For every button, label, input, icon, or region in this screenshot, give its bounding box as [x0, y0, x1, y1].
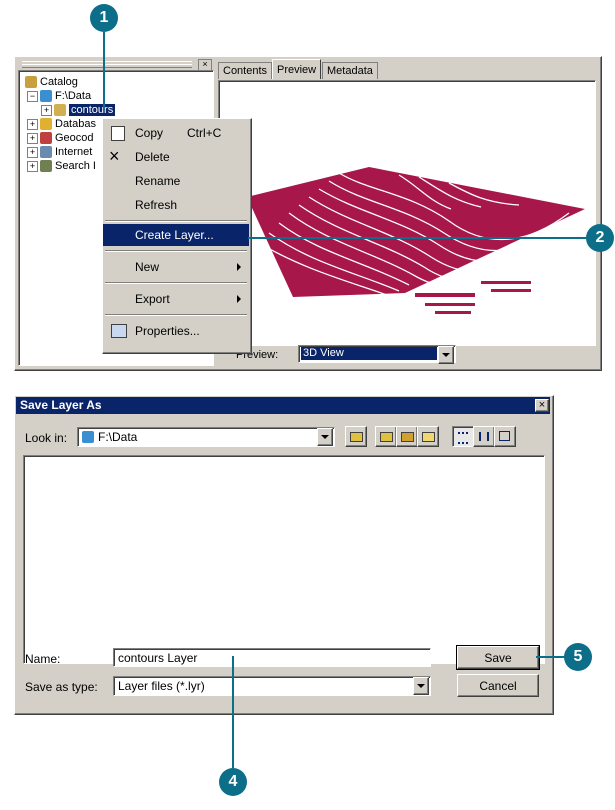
save-type-label: Save as type: [25, 680, 98, 694]
tree-label: Internet [55, 146, 93, 158]
details-view-icon [479, 432, 489, 441]
new-folder-button[interactable] [417, 426, 439, 447]
callout-2-line [248, 237, 588, 239]
tree-item-database[interactable]: + Databas [27, 117, 96, 131]
folder-connection-icon [40, 90, 52, 102]
database-icon [40, 118, 52, 130]
list-view-button[interactable] [452, 426, 474, 447]
save-layer-dialog: Save Layer As × Look in: F:\Data Name: c… [14, 395, 554, 715]
dialog-title-bar: Save Layer As [16, 397, 550, 414]
tree-label: Databas [55, 118, 96, 130]
menu-item-export[interactable]: Export [103, 288, 249, 310]
chevron-down-icon[interactable] [438, 346, 454, 364]
tree-pane-header: × [18, 59, 214, 71]
tree-item-fdata[interactable]: − F:\Data [27, 89, 91, 103]
internet-icon [40, 146, 52, 158]
menu-item-new[interactable]: New [103, 256, 249, 278]
name-input-value: contours Layer [118, 651, 198, 665]
up-one-level-button[interactable] [345, 426, 367, 447]
3d-contour-surface [247, 167, 585, 314]
menu-item-rename[interactable]: Rename [103, 170, 249, 192]
tree-label: F:\Data [55, 90, 92, 102]
expand-icon[interactable]: + [27, 146, 38, 158]
name-label: Name: [25, 652, 61, 666]
thumbnails-view-icon [499, 431, 510, 441]
look-in-value: F:\Data [98, 430, 138, 444]
expand-icon[interactable]: + [41, 104, 52, 116]
folder-connection-icon [82, 431, 94, 443]
tree-item-catalog[interactable]: Catalog [25, 75, 78, 89]
chevron-down-icon[interactable] [317, 428, 333, 446]
tree-label: contours [69, 104, 116, 116]
submenu-arrow-icon [237, 295, 241, 303]
properties-icon [111, 324, 127, 338]
menu-item-copy[interactable]: Copy Ctrl+C [103, 122, 249, 144]
expand-icon[interactable]: + [27, 132, 38, 144]
callout-1-line [103, 32, 105, 110]
new-folder-icon [422, 432, 435, 442]
tab-contents[interactable]: Contents [218, 62, 273, 79]
delete-icon: × [109, 146, 120, 166]
tab-preview[interactable]: Preview [272, 59, 322, 79]
cancel-button[interactable]: Cancel [457, 674, 539, 697]
tab-metadata[interactable]: Metadata [322, 62, 378, 79]
tree-label: Catalog [40, 76, 78, 88]
preview-area [218, 80, 596, 346]
context-menu: Copy Ctrl+C × Delete Rename Refresh Crea… [102, 118, 252, 354]
look-in-select[interactable]: F:\Data [77, 427, 335, 447]
look-in-label: Look in: [25, 431, 68, 445]
collapse-icon[interactable]: − [27, 90, 38, 102]
menu-item-create-layer[interactable]: Create Layer... [103, 224, 249, 246]
callout-2: 2 [586, 224, 614, 252]
submenu-arrow-icon [237, 263, 241, 271]
callout-4-line [232, 656, 234, 768]
menu-item-refresh[interactable]: Refresh [103, 194, 249, 216]
save-button[interactable]: Save [456, 645, 540, 670]
expand-icon[interactable]: + [27, 118, 38, 130]
expand-icon[interactable]: + [27, 160, 38, 172]
coverage-icon [54, 104, 66, 116]
tree-item-search[interactable]: + Search I [27, 159, 96, 173]
catalog-icon [25, 76, 37, 88]
dialog-title: Save Layer As [20, 398, 102, 412]
tree-item-internet[interactable]: + Internet [27, 145, 92, 159]
preview-type-value: 3D View [301, 347, 437, 360]
menu-separator [105, 250, 247, 252]
disconnect-folder-icon [401, 432, 414, 442]
callout-5: 5 [564, 643, 592, 671]
up-folder-icon [350, 432, 363, 442]
file-list[interactable] [23, 455, 545, 664]
menu-item-properties[interactable]: Properties... [103, 320, 249, 342]
chevron-down-icon[interactable] [413, 677, 429, 695]
dialog-close-button[interactable]: × [535, 399, 549, 412]
geocoding-icon [40, 132, 52, 144]
callout-1: 1 [90, 4, 118, 32]
menu-separator [105, 282, 247, 284]
connect-folder-button[interactable] [375, 426, 397, 447]
thumbnails-view-button[interactable] [494, 426, 516, 447]
search-icon [40, 160, 52, 172]
menu-item-delete[interactable]: × Delete [103, 146, 249, 168]
close-icon: × [538, 399, 546, 411]
tree-label: Geocod [55, 132, 94, 144]
tree-item-geocoding[interactable]: + Geocod [27, 131, 94, 145]
save-type-value: Layer files (*.lyr) [118, 679, 205, 693]
callout-4: 4 [219, 768, 247, 796]
connect-folder-icon [380, 432, 393, 442]
tree-label: Search I [55, 160, 96, 172]
disconnect-folder-button[interactable] [396, 426, 418, 447]
save-type-select[interactable]: Layer files (*.lyr) [113, 676, 431, 696]
details-view-button[interactable] [473, 426, 495, 447]
callout-5-line [536, 656, 566, 658]
menu-separator [105, 220, 247, 222]
list-view-icon [458, 432, 468, 444]
name-input[interactable]: contours Layer [113, 648, 431, 667]
menu-separator [105, 314, 247, 316]
preview-type-select[interactable]: 3D View [298, 345, 456, 364]
copy-icon [111, 126, 125, 141]
contour-edge-lines [415, 281, 531, 314]
